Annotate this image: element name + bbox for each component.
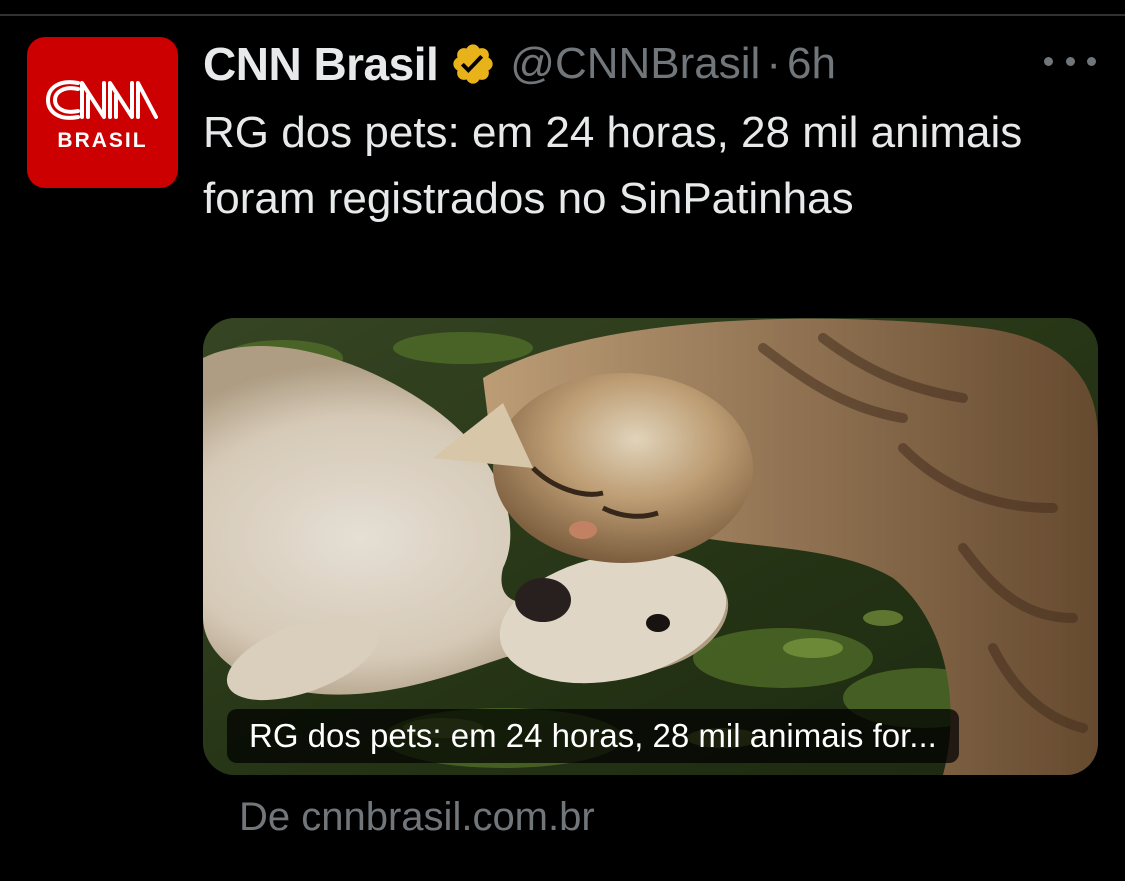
author-name[interactable]: CNN Brasil	[203, 37, 439, 91]
tweet-timestamp[interactable]: 6h	[787, 39, 836, 89]
top-divider	[0, 14, 1125, 16]
avatar-logo-sub: BRASIL	[57, 128, 148, 152]
verified-badge-icon	[453, 44, 493, 84]
header-separator: ·	[766, 39, 781, 88]
author-handle[interactable]: @CNNBrasil	[510, 39, 760, 89]
more-dot	[1065, 56, 1075, 66]
bottom-edge	[0, 868, 1125, 881]
more-options-icon[interactable]	[1044, 48, 1096, 74]
link-card[interactable]: RG dos pets: em 24 horas, 28 mil animais…	[203, 318, 1098, 775]
card-source[interactable]: De cnnbrasil.com.br	[239, 792, 595, 842]
cnn-logo	[45, 79, 158, 120]
avatar[interactable]: BRASIL	[27, 37, 178, 188]
tweet-text: RG dos pets: em 24 horas, 28 mil animais…	[203, 108, 1023, 223]
card-image	[203, 318, 1098, 775]
more-dot	[1087, 56, 1096, 66]
more-dot	[1044, 56, 1053, 66]
card-caption: RG dos pets: em 24 horas, 28 mil animais…	[227, 709, 959, 763]
tweet-header: CNN Brasil @CNNBrasil · 6h	[203, 36, 836, 92]
